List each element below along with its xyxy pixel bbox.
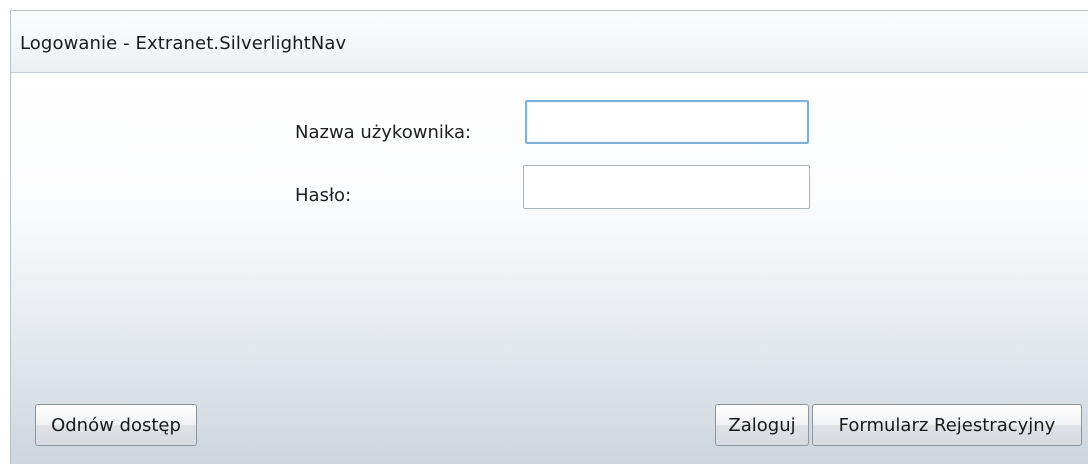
username-label: Nazwa użykownika: — [295, 122, 472, 143]
renew-access-button[interactable]: Odnów dostęp — [35, 404, 197, 446]
password-label: Hasło: — [295, 185, 352, 206]
login-button[interactable]: Zaloguj — [715, 404, 809, 446]
username-input[interactable] — [525, 100, 809, 144]
login-form: Nazwa użykownika: Hasło: Odnów dostęp Za… — [11, 73, 1088, 464]
window-title: Logowanie - Extranet.SilverlightNav — [20, 33, 347, 54]
password-input[interactable] — [523, 165, 810, 209]
login-window: Logowanie - Extranet.SilverlightNav Nazw… — [10, 10, 1088, 464]
registration-form-button[interactable]: Formularz Rejestracyjny — [812, 404, 1082, 446]
title-bar[interactable]: Logowanie - Extranet.SilverlightNav — [11, 11, 1088, 73]
